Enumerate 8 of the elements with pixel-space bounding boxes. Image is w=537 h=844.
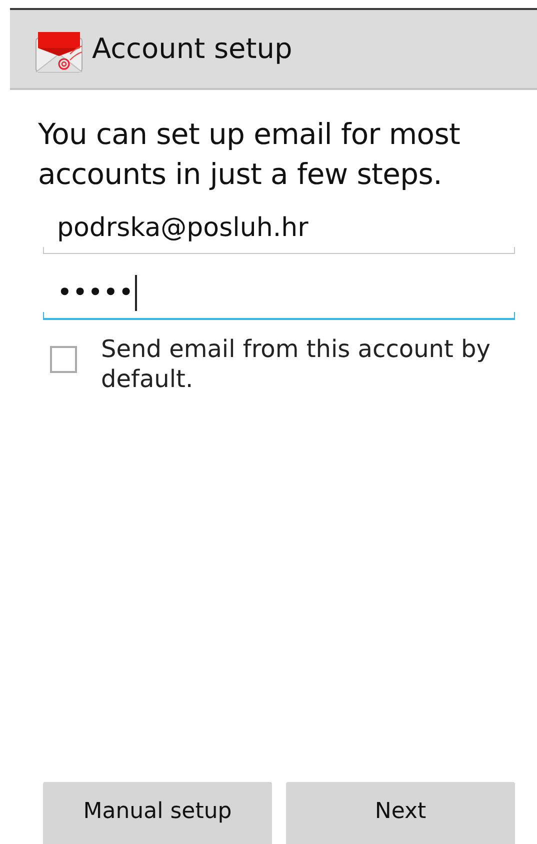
action-button[interactable]: Manual setup (43, 782, 272, 844)
text-field[interactable]: ••••• (43, 268, 515, 320)
checkbox-label: Send email from this account by default. (101, 334, 492, 394)
window-title: Account setup (92, 31, 292, 67)
action-button[interactable]: Next (286, 782, 515, 844)
intro-text: You can set up email for most accounts in just a few steps. (38, 116, 462, 193)
checkbox[interactable] (50, 346, 77, 373)
text-field[interactable]: podrska@posluh.hr (43, 202, 515, 254)
